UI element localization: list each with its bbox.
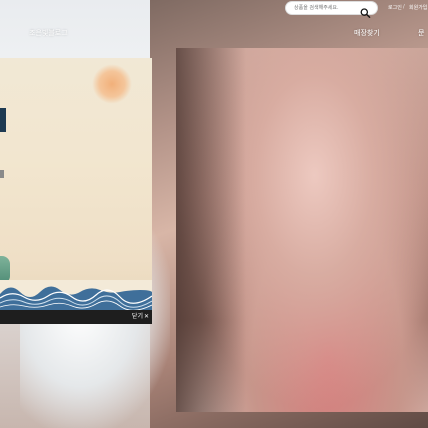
popup-title-mark <box>0 108 6 132</box>
popup-footer: 닫기✕ <box>0 310 152 324</box>
join-link[interactable]: 회원가입 <box>409 4 427 11</box>
nav-item-store-finder[interactable]: 매장찾기 <box>354 28 380 38</box>
popup-close-button[interactable]: 닫기✕ <box>132 312 149 322</box>
close-label: 닫기 <box>131 313 143 320</box>
search-input[interactable] <box>294 2 356 14</box>
popup-accent-mark <box>0 170 4 178</box>
popup-sun-graphic <box>92 64 132 104</box>
nav-item-blog[interactable]: 조은빛블로그 <box>29 28 68 38</box>
hair-shadow <box>176 48 246 412</box>
search-bar <box>286 2 377 18</box>
utility-separator: / <box>403 4 405 10</box>
close-icon: ✕ <box>143 313 149 320</box>
search-icon[interactable] <box>360 3 371 18</box>
popup-image[interactable] <box>0 58 152 310</box>
promo-popup: 닫기✕ <box>0 58 152 324</box>
nav-item-contact[interactable]: 문 <box>418 28 424 38</box>
login-link[interactable]: 로그인 <box>388 4 402 11</box>
popup-waves-graphic <box>0 280 152 310</box>
